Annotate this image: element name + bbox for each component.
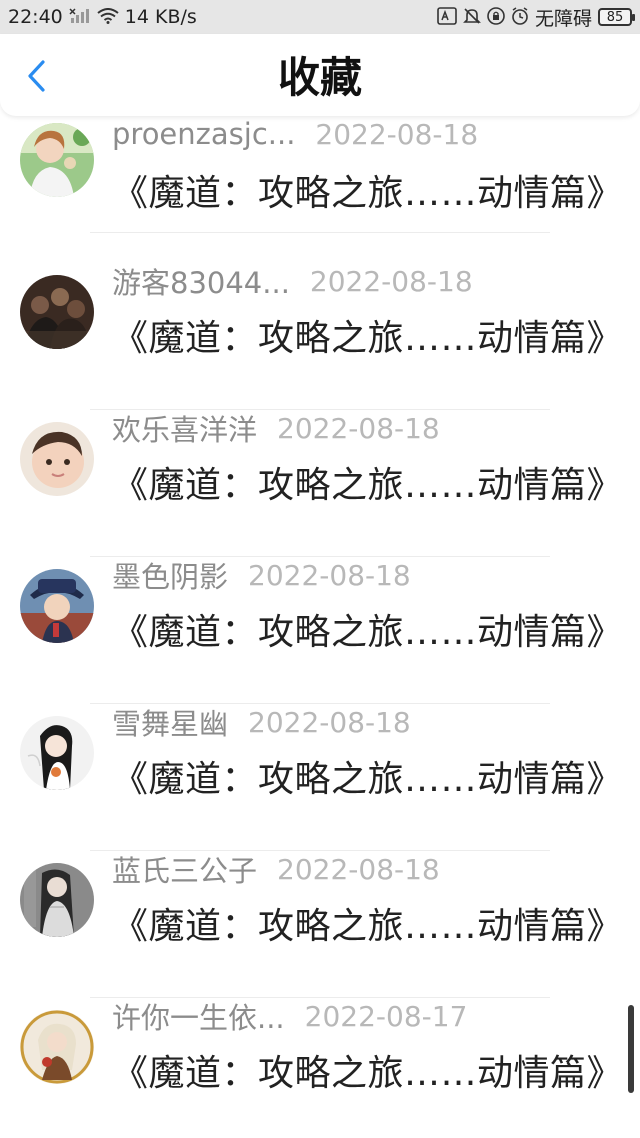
- battery-level: 85: [606, 9, 624, 25]
- avatar[interactable]: [20, 569, 94, 643]
- username: 墨色阴影: [112, 560, 229, 594]
- list-item[interactable]: proenzasjc... 2022-08-18 《魔道：攻略之旅……动情篇》: [0, 116, 640, 263]
- avatar[interactable]: [20, 123, 94, 197]
- item-title[interactable]: 《魔道：攻略之旅……动情篇》: [112, 456, 623, 508]
- item-title[interactable]: 《魔道：攻略之旅……动情篇》: [112, 164, 623, 216]
- list-item[interactable]: 许你一生依... 2022-08-17 《魔道：攻略之旅……动情篇》: [0, 998, 640, 1138]
- username: 游客83044...: [112, 266, 290, 300]
- item-title[interactable]: 《魔道：攻略之旅……动情篇》: [112, 1044, 623, 1096]
- divider: [90, 232, 550, 233]
- date: 2022-08-18: [277, 852, 440, 886]
- network-speed: 14 KB/s: [124, 6, 197, 28]
- list-item[interactable]: 墨色阴影 2022-08-18 《魔道：攻略之旅……动情篇》: [0, 557, 640, 704]
- no-signal-icon: [69, 7, 91, 27]
- header-bar: 收藏: [0, 34, 640, 116]
- username: 蓝氏三公子: [112, 854, 258, 888]
- item-meta: 许你一生依... 2022-08-17: [112, 998, 468, 1036]
- alarm-icon: [511, 6, 529, 28]
- item-meta: 墨色阴影 2022-08-18: [112, 557, 411, 595]
- translate-icon: [437, 6, 457, 28]
- avatar[interactable]: [20, 863, 94, 937]
- lock-rotation-icon: [487, 6, 505, 28]
- page-title: 收藏: [277, 53, 362, 102]
- list-item[interactable]: 欢乐喜洋洋 2022-08-18 《魔道：攻略之旅……动情篇》: [0, 410, 640, 557]
- username: proenzasjc...: [112, 117, 296, 151]
- wifi-icon: [97, 7, 119, 27]
- date: 2022-08-18: [309, 264, 473, 298]
- item-title[interactable]: 《魔道：攻略之旅……动情篇》: [112, 750, 623, 802]
- avatar[interactable]: [20, 1010, 94, 1084]
- item-meta: proenzasjc... 2022-08-18: [112, 116, 478, 152]
- accessibility-status: 无障碍: [534, 7, 592, 30]
- item-title[interactable]: 《魔道：攻略之旅……动情篇》: [112, 897, 623, 949]
- item-title[interactable]: 《魔道：攻略之旅……动情篇》: [112, 309, 623, 361]
- username: 欢乐喜洋洋: [112, 413, 258, 447]
- mute-icon: [463, 7, 481, 28]
- username: 许你一生依...: [112, 1001, 285, 1035]
- list-item[interactable]: 游客83044... 2022-08-18 《魔道：攻略之旅……动情篇》: [0, 263, 640, 410]
- item-title[interactable]: 《魔道：攻略之旅……动情篇》: [112, 603, 623, 655]
- list-item[interactable]: 蓝氏三公子 2022-08-18 《魔道：攻略之旅……动情篇》: [0, 851, 640, 998]
- status-bar: 22:40 14 KB/s 无障碍 85: [0, 0, 640, 34]
- date: 2022-08-17: [304, 999, 468, 1033]
- username: 雪舞星幽: [112, 707, 229, 741]
- date: 2022-08-18: [315, 117, 479, 151]
- favorites-list: proenzasjc... 2022-08-18 《魔道：攻略之旅……动情篇》 …: [0, 116, 640, 1138]
- item-meta: 欢乐喜洋洋 2022-08-18: [112, 410, 440, 448]
- list-item[interactable]: 雪舞星幽 2022-08-18 《魔道：攻略之旅……动情篇》: [0, 704, 640, 851]
- avatar[interactable]: [20, 422, 94, 496]
- item-meta: 游客83044... 2022-08-18: [112, 263, 473, 301]
- date: 2022-08-18: [248, 558, 411, 592]
- date: 2022-08-18: [248, 705, 411, 739]
- battery-icon: 85: [598, 8, 635, 26]
- scrollbar[interactable]: [628, 1005, 634, 1093]
- status-time: 22:40: [8, 6, 63, 28]
- avatar[interactable]: [20, 716, 94, 790]
- item-meta: 蓝氏三公子 2022-08-18: [112, 851, 440, 889]
- item-meta: 雪舞星幽 2022-08-18: [112, 704, 411, 742]
- date: 2022-08-18: [277, 411, 440, 445]
- avatar[interactable]: [20, 275, 94, 349]
